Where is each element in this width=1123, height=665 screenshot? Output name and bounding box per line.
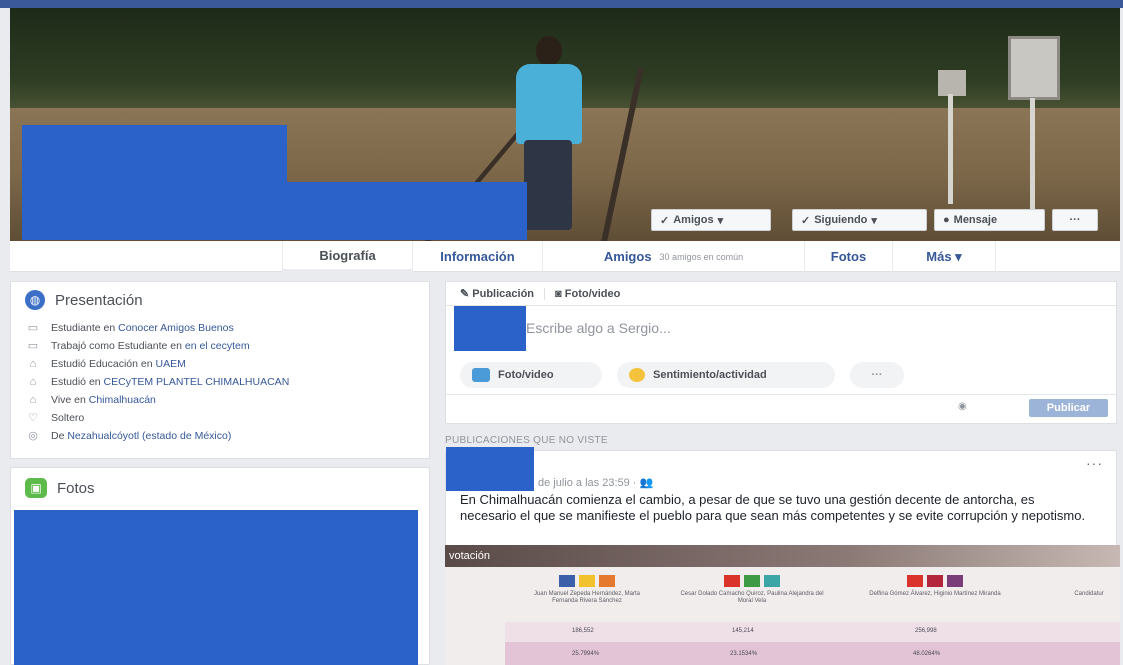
redacted-poster <box>446 447 534 491</box>
intro-item: ⌂ Vive en Chimalhuacán <box>25 394 415 407</box>
post-image[interactable]: votación Juan Manuel Zepeda Hernández, M… <box>445 545 1120 665</box>
post-timestamp[interactable]: de julio a las 23:59 · 👥 <box>538 476 653 489</box>
photos-title[interactable]: Fotos <box>57 480 95 497</box>
candidate-column: Candidatur <box>1074 591 1104 597</box>
messenger-icon: ● <box>943 214 950 226</box>
photo-video-button[interactable]: Foto/video <box>460 362 602 388</box>
redacted-profile-name <box>287 182 527 240</box>
briefcase-icon: ▭ <box>27 340 39 352</box>
feeling-activity-button[interactable]: Sentimiento/actividad <box>617 362 835 388</box>
friends-button-label: Amigos <box>673 214 714 226</box>
cover-sign <box>938 70 966 96</box>
redacted-profile-picture <box>22 125 287 240</box>
top-bar <box>0 0 1123 8</box>
redacted-avatar <box>454 306 526 351</box>
intro-link[interactable]: Chimalhuacán <box>89 394 156 406</box>
heart-icon: ♡ <box>28 412 38 424</box>
intro-item: ▭ Trabajó como Estudiante en en el cecyte… <box>25 340 415 353</box>
post-text: En Chimalhuacán comienza el cambio, a pe… <box>460 492 1086 523</box>
intro-link[interactable]: en el cecytem <box>185 340 250 352</box>
graduation-cap-icon: ⌂ <box>29 358 37 370</box>
tab-photo-video[interactable]: ◙ Foto/video <box>555 288 620 300</box>
intro-link[interactable]: Nezahualcóyotl (estado de México) <box>67 430 231 442</box>
smiley-icon <box>629 368 645 382</box>
friends-button[interactable]: ✓ Amigos ▾ <box>651 209 771 231</box>
graduation-cap-icon: ⌂ <box>29 376 37 388</box>
check-icon: ✓ <box>660 214 670 227</box>
vote-image-header: votación <box>445 545 1120 567</box>
globe-icon: ◍ <box>25 290 45 310</box>
intro-link[interactable]: Conocer Amigos Buenos <box>118 322 234 334</box>
mutual-friends-count: 30 amigos en común <box>659 251 744 262</box>
post-options-button[interactable]: ··· <box>1086 455 1103 471</box>
message-button-label: Mensaje <box>953 214 998 226</box>
publish-button[interactable]: Publicar <box>1029 399 1108 417</box>
tab-photos[interactable]: Fotos <box>804 241 892 272</box>
composer-more-button[interactable]: ··· <box>850 362 904 388</box>
photos-icon: ▣ <box>25 478 47 498</box>
composer-input[interactable]: Escribe algo a Sergio... <box>526 320 671 336</box>
intro-item: ⌂ Estudió en CECyTEM PLANTEL CHIMALHUACAN <box>25 376 415 389</box>
intro-item: ▭ Estudiante en Conocer Amigos Buenos <box>25 322 415 335</box>
caret-down-icon: ▾ <box>871 214 877 227</box>
briefcase-icon: ▭ <box>27 322 39 334</box>
photo-icon <box>472 368 490 382</box>
intro-card: ◍ Presentación ▭ Estudiante en Conocer Am… <box>10 281 430 459</box>
intro-link[interactable]: CECyTEM PLANTEL CHIMALHUACAN <box>104 376 290 388</box>
cover-pole <box>1030 98 1035 218</box>
more-options-button[interactable]: ··· <box>1052 209 1098 231</box>
intro-item: ⌂ Estudió Educación en UAEM <box>25 358 415 371</box>
intro-link[interactable]: UAEM <box>156 358 186 370</box>
more-options-label: ··· <box>1069 214 1081 226</box>
caret-down-icon: ▾ <box>717 214 724 227</box>
candidate-column: Cesar Dolado Camacho Quiroz, Paulina Ale… <box>677 575 827 605</box>
profile-page: ✓ Amigos ▾ ✓ Siguiendo ▾ ● Mensaje ··· B… <box>0 0 1123 665</box>
message-button[interactable]: ● Mensaje <box>934 209 1045 231</box>
camera-icon: ◙ <box>555 287 562 300</box>
following-button[interactable]: ✓ Siguiendo ▾ <box>792 209 927 231</box>
redacted-photos <box>14 510 418 665</box>
check-icon: ✓ <box>801 214 811 227</box>
tab-about[interactable]: Información <box>412 241 542 272</box>
home-icon: ⌂ <box>29 394 37 406</box>
tab-more[interactable]: Más ▾ <box>892 241 996 272</box>
tab-timeline[interactable]: Biografía <box>282 241 412 272</box>
intro-item: ◎ De Nezahualcóyotl (estado de México) <box>25 430 415 443</box>
intro-title: Presentación <box>55 291 143 309</box>
tab-post[interactable]: ✎ Publicación <box>460 287 534 300</box>
cover-pole <box>948 94 953 204</box>
privacy-icon[interactable]: ◉ <box>958 401 967 412</box>
location-pin-icon: ◎ <box>28 430 38 442</box>
friends-audience-icon: 👥 <box>639 477 654 489</box>
composer-tabs: ✎ Publicación ◙ Foto/video <box>446 282 1116 306</box>
post-composer: ✎ Publicación ◙ Foto/video Escribe algo … <box>445 281 1117 424</box>
tab-friends[interactable]: Amigos 30 amigos en común <box>542 241 804 272</box>
candidate-column: Delfina Gómez Álvarez, Higinio Martínez … <box>865 575 1005 598</box>
votes-row <box>505 622 1120 642</box>
unseen-posts-header: PUBLICACIONES QUE NO VISTE <box>445 435 608 446</box>
intro-item: ♡ Soltero <box>25 412 415 425</box>
candidate-column: Juan Manuel Zepeda Hernández, Marta Fern… <box>527 575 647 605</box>
following-button-label: Siguiendo <box>814 214 868 226</box>
profile-tabs: Biografía Información Amigos 30 amigos e… <box>10 241 1120 272</box>
cover-sign <box>1008 36 1060 100</box>
intro-list: ▭ Estudiante en Conocer Amigos Buenos ▭ Tr… <box>25 322 415 443</box>
